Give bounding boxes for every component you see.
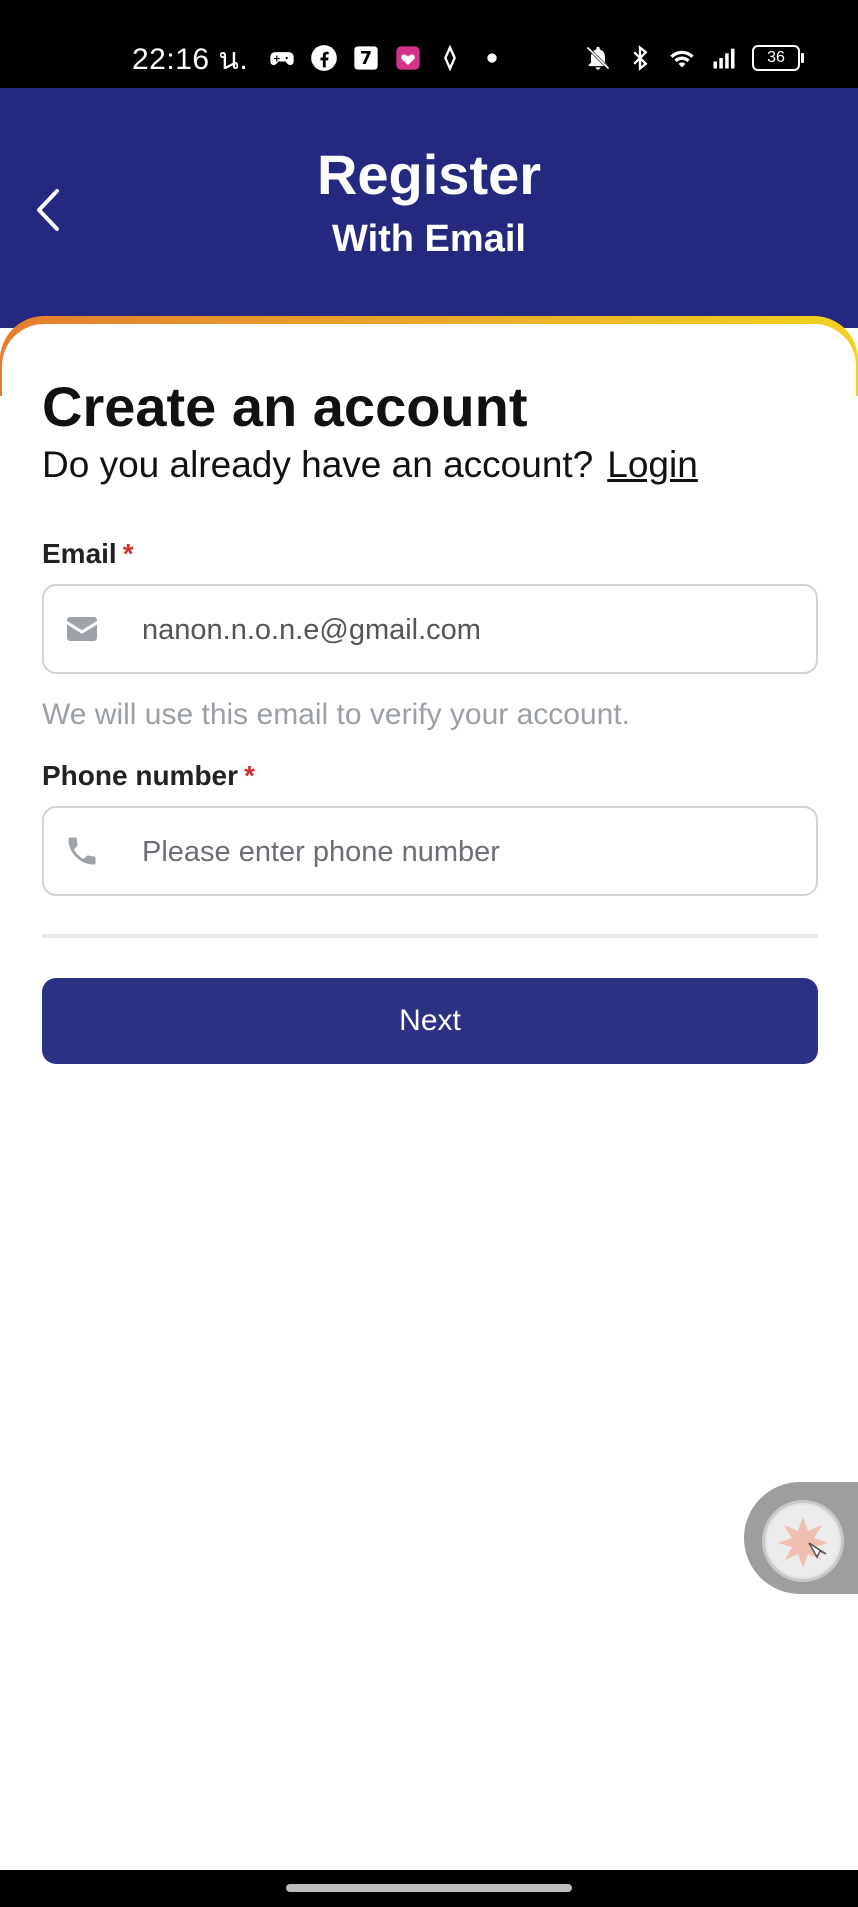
email-input[interactable] [140,586,804,674]
login-prompt-row: Do you already have an account? Login [42,444,698,486]
email-label: Email * [42,538,134,570]
seven-eleven-icon: 7 [354,46,378,70]
register-card: Create an account Do you already have an… [2,324,856,1872]
page-subtitle: With Email [332,218,526,260]
status-bar: 22:16 น. 7 36 [0,0,858,88]
phone-label: Phone number * [42,760,255,792]
system-nav-bar [0,1870,858,1907]
battery-icon: 36 [752,45,804,71]
facebook-icon [311,45,337,71]
email-label-text: Email [42,538,117,569]
phone-label-text: Phone number [42,760,239,791]
email-field[interactable] [42,584,818,674]
game-controller-icon [270,52,294,65]
wifi-icon [670,50,694,68]
phone-input[interactable] [140,808,804,896]
lineman-icon [396,46,420,70]
notification-icons: 7 [268,40,506,76]
home-gesture-bar[interactable] [286,1884,572,1892]
login-prompt-text: Do you already have an account? [42,444,594,485]
required-asterisk: * [122,538,134,569]
system-icons: 36 [584,40,804,76]
phone-icon [68,837,96,865]
dot-icon [487,53,497,63]
required-asterisk: * [244,760,255,791]
bluetooth-icon [633,45,648,71]
form-divider [42,934,818,938]
navigation-icon [444,44,456,72]
signal-icon [713,48,735,69]
next-button[interactable]: Next [42,978,818,1064]
envelope-icon [67,617,97,641]
assistant-avatar-icon [762,1500,844,1582]
bell-off-icon [586,46,610,70]
page-title: Register [316,143,542,206]
floating-assistant-button[interactable] [744,1482,858,1594]
svg-text:7: 7 [360,49,372,69]
login-link[interactable]: Login [607,444,698,485]
phone-field[interactable] [42,806,818,896]
form-heading: Create an account [42,375,528,438]
email-hint: We will use this email to verify your ac… [42,698,631,731]
app-header: Register With Email [0,88,858,328]
status-time: 22:16 น. [132,43,249,76]
burst-logo-icon [767,1505,839,1577]
